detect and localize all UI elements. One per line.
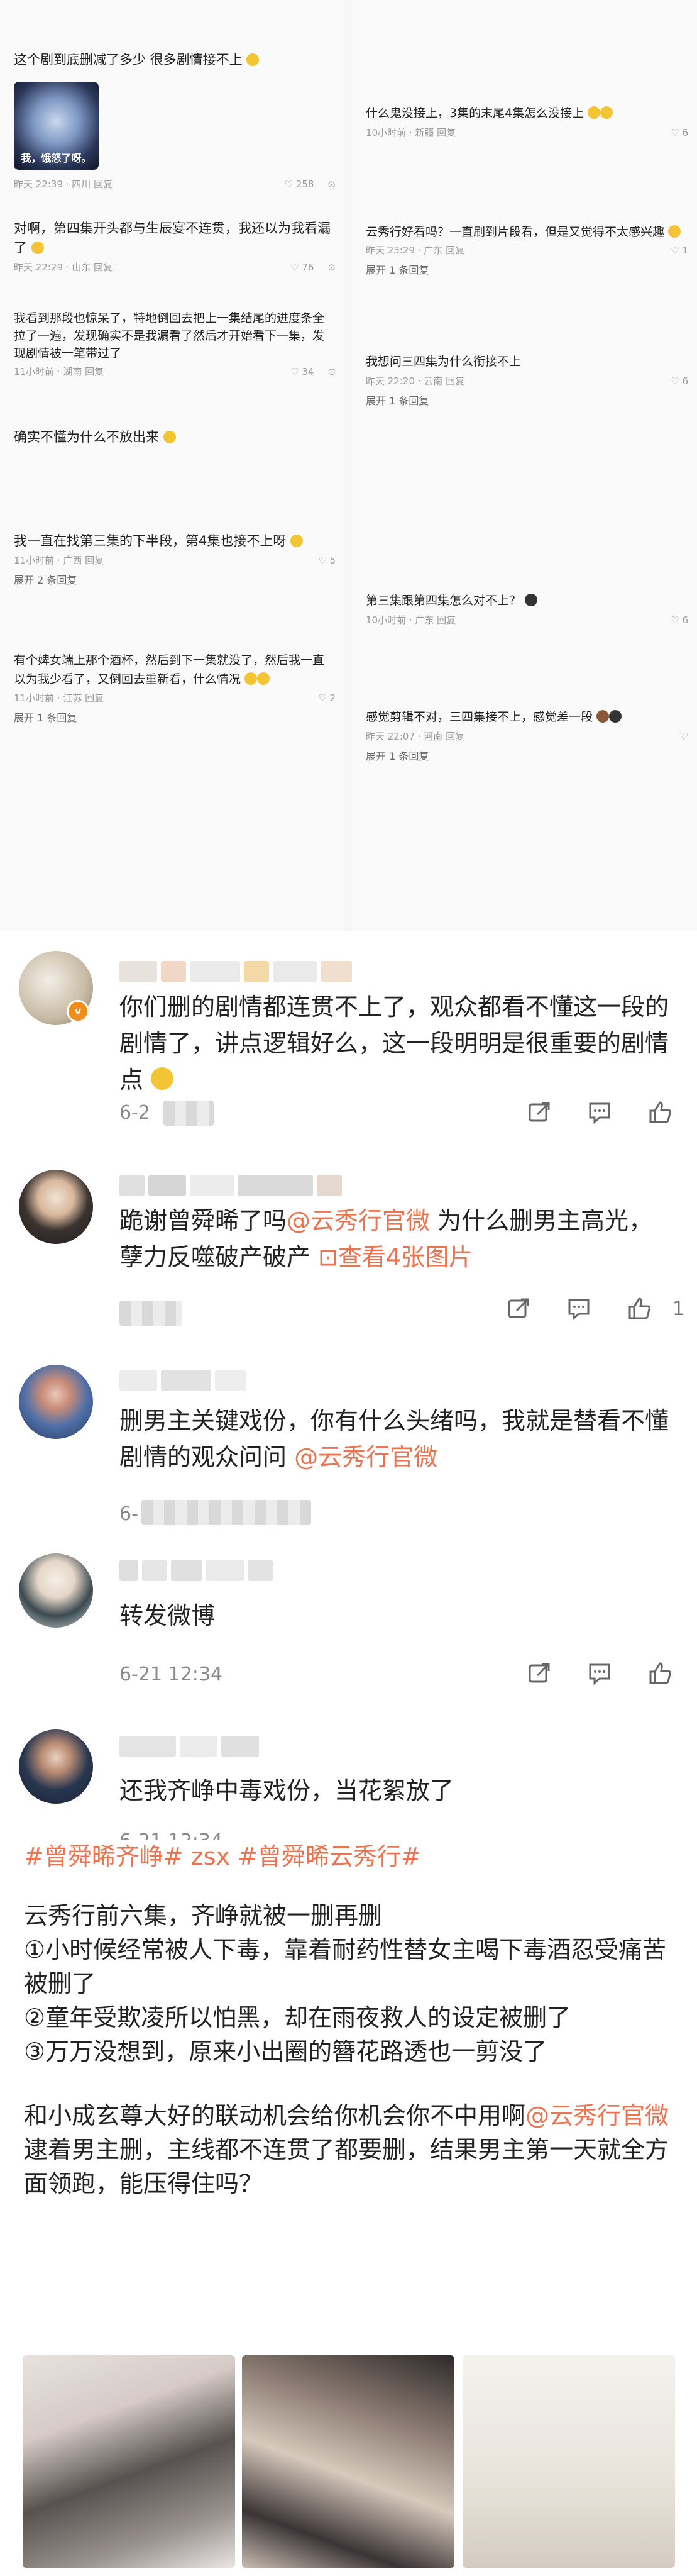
right-screenshot: 什么鬼没接上，3集的末尾4集怎么没接上 10小时前 · 新疆 回复 ♡ 6 云秀… [352,0,697,931]
weibo-post: #曾舜晞齐峥# zsx #曾舜晞云秀行# 云秀行前六集，齐峥就被一删再删 ①小时… [24,1840,678,2201]
post-paragraph: 逮着男主删，主线都不连贯了都要删，结果男主第一天就全方面领跑，能压得住吗？ [24,2136,669,2197]
avatar[interactable] [19,1365,93,1439]
post-paragraph: ①小时候经常被人下毒，靠着耐药性替女主喝下毒酒忍受痛苦被删了 [24,1936,667,1997]
username-blurred [119,1175,342,1196]
avatar[interactable] [19,1729,93,1804]
comment-actions [525,1098,684,1127]
comment-item: v 你们删的剧情都连贯不上了，观众都看不懂这一段的剧情了，讲点逻辑好么，这一段明… [0,931,697,1145]
username-blurred [119,1560,273,1581]
avatar[interactable] [19,1170,93,1244]
comment-item: 跪谢曾舜晞了吗@云秀行官微 为什么删男主高光，孽力反噬破产破产 ⊡查看4张图片 … [0,1145,697,1340]
post-paragraph: ③万万没想到，原来小出圈的簪花路透也一剪没了 [24,2038,547,2065]
post-hashtags[interactable]: #曾舜晞齐峥# zsx #曾舜晞云秀行# [24,1840,678,1874]
screenshot-comment: 云秀行好看吗？一直刷到片段看，但是又觉得不太感兴趣 昨天 23:29 · 广东 … [366,225,688,276]
like-icon[interactable] [645,1659,674,1688]
comment-item: 删男主关键戏份，你有什么头绪吗，我就是替看不懂剧情的观众问问 @云秀行官微 6- [0,1340,697,1547]
like-icon[interactable] [645,1098,674,1127]
post-paragraph: ②童年受欺凌所以怕黑，却在雨夜救人的设定被删了 [24,2004,571,2031]
left-screenshot: 这个剧到底删减了多少 很多剧情接不上 我，饿怒了呀。 昨天 22:39 · 四川… [0,0,344,931]
screenshot-comment: 什么鬼没接上，3集的末尾4集怎么没接上 10小时前 · 新疆 回复 ♡ 6 [366,106,688,138]
time-mosaic [119,1301,182,1326]
comment-text: 还我齐峥中毒戏份，当花絮放了 [119,1777,454,1804]
share-icon[interactable] [525,1659,554,1688]
post-photo-text-screenshot[interactable] [463,2355,675,2568]
time-mosaic [141,1500,311,1525]
comment-item: 还我齐峥中毒戏份，当花絮放了 6-21 12:34 [0,1711,697,1840]
comment-text: 转发微博 [119,1602,216,1629]
mention-link[interactable]: @云秀行官微 [294,1443,437,1471]
share-icon[interactable] [525,1098,554,1127]
screenshot-comment: 我看到那段也惊呆了，特地倒回去把上一集结尾的进度条全拉了一遍，发现确实不是我漏看… [14,311,336,377]
screenshot-comment: 对啊，第四集开头都与生辰宴不连贯，我还以为我看漏了 昨天 22:29 · 山东 … [14,221,336,273]
screenshot-comment: 我想问三四集为什么衔接不上 昨天 22:20 · 云南 回复 ♡ 6 展开 1 … [366,355,688,407]
screenshot-comment: 感觉剪辑不对，三四集接不上，感觉差一段 昨天 22:07 · 河南 回复 ♡ 展… [366,710,688,762]
screenshot-comment: 确实不懂为什么不放出来 [0,428,344,447]
comment-icon[interactable] [585,1659,614,1688]
screenshot-comment-meta: 昨天 22:39 · 四川 回复 ♡ 258 ⊙ [14,178,336,191]
comment-actions: 1 [504,1294,684,1323]
comment-time: 6- [119,1503,138,1525]
comment-time: 6-21 12:34 [119,1663,223,1685]
comment-icon[interactable] [585,1098,614,1127]
avatar[interactable] [19,1553,93,1628]
screenshot-comment: 我一直在找第三集的下半段，第4集也接不上呀 11小时前 · 广西 回复 ♡ 5 … [14,533,336,586]
comment-item: 转发微博 6-21 12:34 [0,1547,697,1698]
comment-time: 6-21 12:34 [119,1830,222,1840]
mention-link[interactable]: @云秀行官微 [287,1207,430,1235]
verified-badge-icon: v [67,1000,89,1023]
comment-text: 你们删的剧情都连贯不上了，观众都看不懂这一段的剧情了，讲点逻辑好么，这一段明明是… [119,993,669,1094]
post-paragraph: 云秀行前六集，齐峥就被一删再删 [24,1902,383,1929]
post-paragraph: 和小成玄尊大好的联动机会给你机会你不中用啊@云秀行官微 [24,2102,669,2129]
comment-screenshots-collage: 这个剧到底删减了多少 很多剧情接不上 我，饿怒了呀。 昨天 22:39 · 四川… [0,0,697,931]
username-blurred [119,1370,246,1391]
image-icon: ⊡ [318,1243,338,1271]
post-photo[interactable] [23,2355,235,2568]
comment-actions [525,1659,684,1688]
username-blurred [119,1736,259,1757]
comment-icon[interactable] [564,1294,593,1323]
mention-link[interactable]: @云秀行官微 [525,2102,669,2129]
view-images-link[interactable]: ⊡查看4张图片 [318,1243,473,1271]
screenshot-comment: 第三集跟第四集怎么对不上？ 10小时前 · 广东 回复 ♡ 6 [366,594,688,626]
screenshot-comment: 有个婢女端上那个酒杯，然后到下一集就没了，然后我一直以为我少看了，又倒回去重新看… [14,653,336,724]
comment-text: 跪谢曾舜晞了吗@云秀行官微 为什么删男主高光，孽力反噬破产破产 ⊡查看4张图片 [119,1207,653,1271]
cat-meme-image: 我，饿怒了呀。 [14,82,99,170]
post-photo[interactable] [242,2355,454,2568]
comment-time: 6-2 [119,1102,150,1124]
time-mosaic [163,1101,214,1126]
screenshot-comment: 这个剧到底删减了多少 很多剧情接不上 [0,50,344,70]
comment-text: 删男主关键戏份，你有什么头绪吗，我就是替看不懂剧情的观众问问 @云秀行官微 [119,1407,669,1471]
like-icon[interactable] [625,1294,654,1323]
share-icon[interactable] [504,1294,533,1323]
username-blurred [119,961,352,982]
